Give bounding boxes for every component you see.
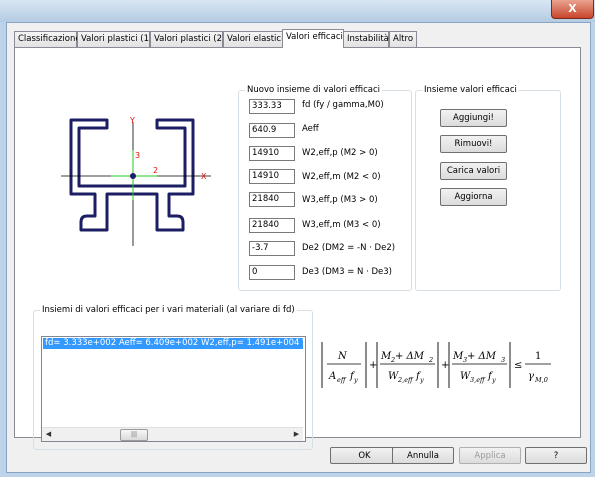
close-button[interactable]: X: [551, 0, 594, 19]
t1-den-a: A: [328, 371, 336, 382]
ok-button[interactable]: OK: [330, 447, 399, 464]
t3-num-rest: + ΔM: [467, 351, 497, 362]
fd-label: fd (fy / gamma,M0): [302, 100, 384, 110]
w3-eff-m-label: W3,eff,m (M3 < 0): [302, 220, 381, 230]
de3-input[interactable]: 0: [249, 265, 295, 280]
update-button[interactable]: Aggiorna: [440, 188, 507, 206]
w2-eff-p-label: W2,eff,p (M2 > 0): [302, 148, 378, 158]
apply-button[interactable]: Applica: [459, 447, 521, 464]
tab-valori-efficaci[interactable]: Valori efficaci: [282, 29, 344, 48]
leq-sign: ≤: [514, 360, 522, 371]
r-den: γ: [528, 371, 534, 382]
t3-den-sub: 3,eff: [470, 376, 486, 384]
new-set-title: Nuovo insieme di valori efficaci: [245, 85, 383, 95]
axis-x-label: X: [201, 172, 207, 181]
materials-title: Insiemi di valori efficaci per i vari ma…: [40, 305, 297, 315]
help-button[interactable]: ?: [525, 447, 587, 464]
sets-title: Insieme valori efficaci: [422, 85, 519, 95]
t3-den-fsub: y: [491, 376, 496, 384]
axis-2-label: 2: [153, 166, 158, 175]
tab-instabilita[interactable]: Instabilità: [343, 31, 389, 47]
t2-den-sub: 2,eff: [397, 376, 414, 384]
w3-eff-m-input[interactable]: 21840: [249, 218, 295, 233]
dialog-window: X Classificazione Valori plastici (1) Va…: [0, 0, 595, 477]
fd-input[interactable]: 333.33: [249, 99, 295, 114]
t2-num-sub2: 2: [428, 356, 433, 364]
r-den-sub: M,0: [534, 376, 548, 384]
list-item-selected[interactable]: fd= 3.333e+002 Aeff= 6.409e+002 W2,eff,p…: [43, 338, 303, 349]
w2-eff-m-label: W2,eff,m (M2 < 0): [302, 172, 381, 182]
axis-y-label: Y: [129, 116, 135, 125]
tab-valori-plastici-1[interactable]: Valori plastici (1): [77, 31, 152, 47]
title-bar: [0, 0, 595, 22]
de2-input[interactable]: -3.7: [249, 241, 295, 256]
add-set-button[interactable]: Aggiungi!: [440, 109, 507, 127]
w3-eff-p-label: W3,eff,p (M3 > 0): [302, 195, 378, 205]
scroll-left-icon[interactable]: ◀: [42, 428, 55, 440]
tab-altro[interactable]: Altro: [389, 31, 417, 47]
plus-2: +: [441, 360, 449, 371]
new-set-group: Nuovo insieme di valori efficaci: [238, 85, 412, 291]
de3-label: De3 (DM3 = N · De3): [302, 267, 392, 277]
tab-classificazione[interactable]: Classificazione: [14, 31, 81, 47]
de2-label: De2 (DM2 = -N · De2): [302, 243, 396, 253]
plus-1: +: [369, 360, 377, 371]
t1-den-fsub: y: [353, 376, 358, 384]
dialog-client-area: Classificazione Valori plastici (1) Valo…: [6, 22, 591, 473]
formula-image: N A eff f y + M 2 + ΔM 2 W 2,eff f y + M…: [321, 342, 551, 388]
tab-valori-elastici[interactable]: Valori elastici: [223, 31, 283, 47]
t1-den-sub: eff: [337, 376, 347, 384]
w2-eff-m-input[interactable]: 14910: [249, 169, 295, 184]
aeff-label: Aeff: [302, 124, 319, 134]
axis-3-label: 3: [135, 151, 140, 160]
w2-eff-p-input[interactable]: 14910: [249, 146, 295, 161]
t1-num: N: [337, 351, 348, 362]
w3-eff-p-input[interactable]: 21840: [249, 192, 295, 207]
r-num: 1: [535, 351, 541, 362]
tab-valori-plastici-2[interactable]: Valori plastici (2): [150, 31, 225, 47]
t2-den-fsub: y: [419, 376, 424, 384]
aeff-input[interactable]: 640.9: [249, 123, 295, 138]
t3-num-sub2: 3: [501, 356, 505, 364]
materials-list[interactable]: fd= 3.333e+002 Aeff= 6.409e+002 W2,eff,p…: [41, 336, 306, 442]
scroll-thumb[interactable]: |||: [120, 429, 148, 441]
centroid-marker: [130, 173, 136, 179]
section-diagram: Y X 3 2: [61, 116, 211, 246]
horizontal-scrollbar[interactable]: ◀ ||| ▶: [42, 427, 303, 441]
scroll-right-icon[interactable]: ▶: [290, 428, 303, 440]
load-values-button[interactable]: Carica valori: [440, 162, 507, 180]
tab-panel-valori-efficaci: Y X 3 2 Nuovo insieme di valori efficaci…: [14, 47, 581, 450]
remove-set-button[interactable]: Rimuovi!: [440, 135, 507, 153]
t2-num-rest: + ΔM: [395, 351, 425, 362]
cancel-button[interactable]: Annulla: [392, 447, 454, 464]
